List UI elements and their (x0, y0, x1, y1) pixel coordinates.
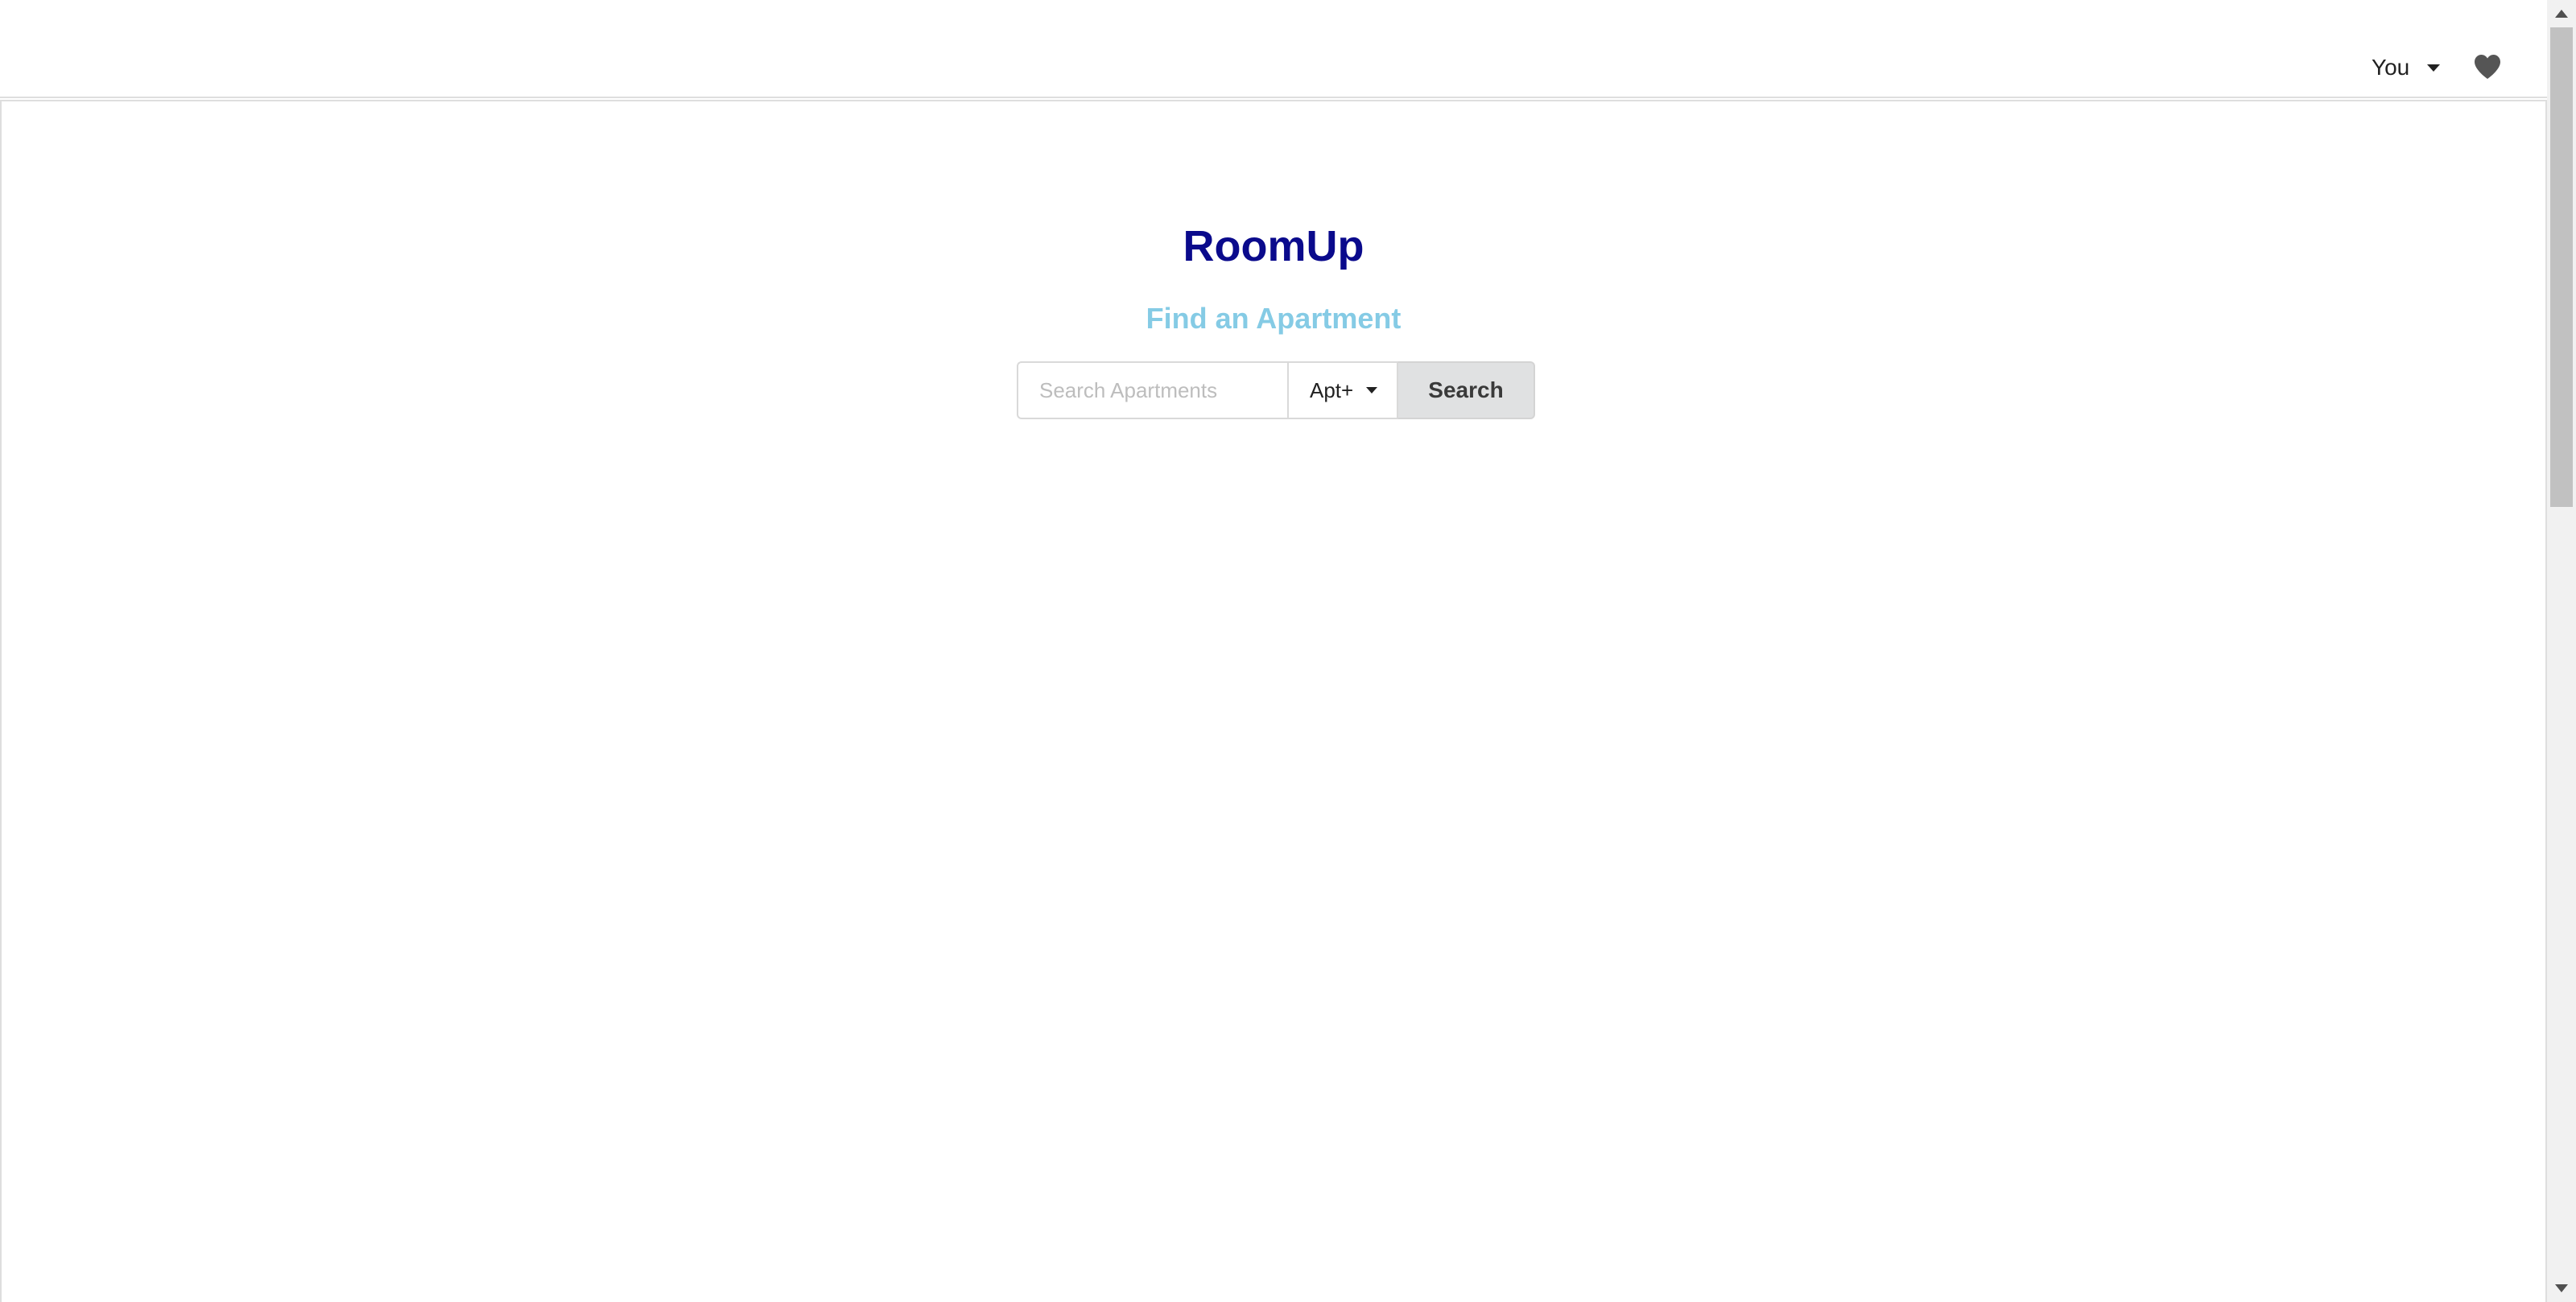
scroll-down-arrow-icon[interactable] (2555, 1284, 2568, 1292)
listing-type-label: Apt+ (1310, 377, 1354, 402)
page-subtitle: Find an Apartment (1146, 302, 1402, 335)
scrollbar-thumb[interactable] (2550, 27, 2573, 507)
listing-type-dropdown[interactable]: Apt+ (1287, 361, 1398, 419)
main-content: RoomUp Find an Apartment Apt+ Search (0, 100, 2547, 1302)
chevron-down-icon (2427, 64, 2441, 72)
vertical-scrollbar[interactable] (2547, 0, 2576, 1302)
top-navbar: You (0, 0, 2547, 98)
scroll-up-arrow-icon[interactable] (2555, 10, 2568, 18)
search-button[interactable]: Search (1398, 361, 1535, 419)
user-menu-dropdown[interactable]: You (2372, 52, 2441, 84)
brand-title: RoomUp (1183, 222, 1364, 270)
favorites-button[interactable] (2473, 53, 2502, 80)
search-input[interactable] (1017, 361, 1287, 419)
user-menu-label: You (2372, 55, 2410, 80)
browser-viewport: You RoomUp Find an Apartment Apt+ Search (0, 0, 2576, 1302)
chevron-down-icon (1366, 387, 1378, 393)
heart-icon (2475, 55, 2500, 79)
search-bar: Apt+ Search (1017, 361, 1535, 419)
